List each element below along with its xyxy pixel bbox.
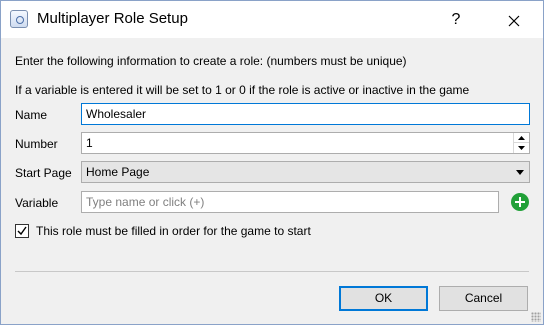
cancel-button[interactable]: Cancel [439, 286, 528, 311]
required-role-label[interactable]: This role must be filled in order for th… [36, 224, 311, 238]
variable-input[interactable]: Type name or click (+) [81, 191, 499, 213]
help-button[interactable]: ? [441, 7, 471, 33]
start-page-label: Start Page [15, 166, 72, 180]
chevron-down-icon [516, 170, 524, 175]
start-page-dropdown[interactable]: Home Page [81, 161, 530, 183]
close-icon [508, 15, 520, 27]
separator [15, 271, 529, 272]
number-value: 1 [86, 136, 93, 150]
variable-label: Variable [15, 196, 59, 210]
variable-hint-text: If a variable is entered it will be set … [15, 83, 470, 97]
chevron-up-icon [518, 135, 525, 140]
add-circle-icon[interactable] [511, 193, 529, 211]
close-button[interactable] [499, 7, 529, 33]
increment-button[interactable] [514, 133, 529, 143]
number-label: Number [15, 137, 58, 151]
app-icon [10, 10, 28, 28]
required-role-checkbox[interactable] [15, 224, 29, 238]
number-stepper[interactable]: 1 [81, 132, 530, 154]
start-page-value: Home Page [86, 165, 150, 179]
resize-grip[interactable] [531, 312, 541, 322]
name-input[interactable]: Wholesaler [81, 103, 530, 125]
dialog-window: Multiplayer Role Setup ? Enter the follo… [0, 0, 544, 325]
window-title: Multiplayer Role Setup [37, 10, 188, 27]
name-label: Name [15, 108, 48, 122]
ok-button[interactable]: OK [339, 286, 428, 311]
chevron-down-icon [518, 146, 525, 150]
check-icon [17, 226, 27, 236]
number-spinner [513, 133, 529, 153]
title-bar[interactable]: Multiplayer Role Setup ? [1, 1, 543, 38]
intro-text: Enter the following information to creat… [15, 54, 407, 68]
decrement-button[interactable] [514, 143, 529, 153]
